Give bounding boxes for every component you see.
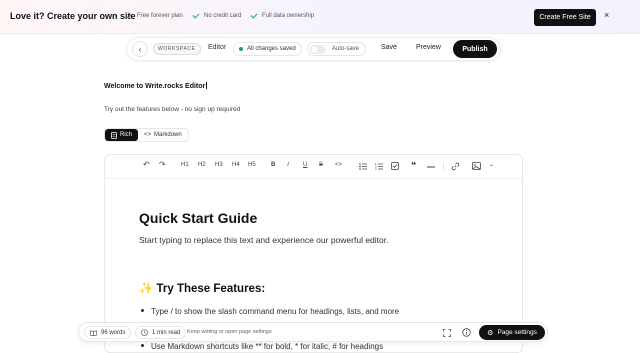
tab-rich[interactable]: Rich <box>105 129 139 141</box>
bullet-icon <box>141 309 144 312</box>
horizontal-rule-icon[interactable] <box>427 166 435 168</box>
code-icon: <> <box>144 132 152 138</box>
heading-5-button[interactable]: H5 <box>248 162 256 168</box>
perk-free-plan: Free forever plan <box>125 11 183 19</box>
fullscreen-icon[interactable] <box>443 329 451 337</box>
document-intro[interactable]: Start typing to replace this text and ex… <box>139 235 388 245</box>
close-icon[interactable]: × <box>604 10 609 20</box>
heading-2-button[interactable]: H2 <box>198 162 206 168</box>
clock-icon <box>141 329 148 336</box>
heading-4-button[interactable]: H4 <box>232 162 240 168</box>
create-free-site-button[interactable]: Create Free Site <box>534 9 596 26</box>
save-status-badge: All changes saved <box>233 42 302 56</box>
heading-1-button[interactable]: H1 <box>181 162 189 168</box>
workspace-badge[interactable]: WORKSPACE <box>153 43 201 55</box>
word-count-badge: 96 words <box>84 326 132 339</box>
heading-3-button[interactable]: H3 <box>215 162 223 168</box>
document-heading[interactable]: Quick Start Guide <box>139 210 257 226</box>
tryout-text[interactable]: Try out the features below - no sign up … <box>104 106 240 113</box>
page-settings-button[interactable]: ⚙ Page settings <box>479 325 545 340</box>
strikethrough-button[interactable]: S <box>319 162 323 168</box>
ordered-list-icon[interactable] <box>375 163 383 170</box>
read-time-badge: 1 min read <box>135 326 187 339</box>
italic-button[interactable]: I <box>287 162 289 168</box>
list-item[interactable]: Type / to show the slash command menu fo… <box>141 307 399 316</box>
promo-banner: Love it? Create your own site Free forev… <box>0 0 640 34</box>
redo-icon[interactable]: ↷ <box>159 160 166 169</box>
publish-button[interactable]: Publish <box>453 40 497 58</box>
perk-no-credit-card: No credit card <box>192 11 241 19</box>
autosave-toggle[interactable]: Auto-save <box>307 42 367 56</box>
banner-title: Love it? Create your own site <box>10 11 136 21</box>
toggle-switch-icon[interactable] <box>310 44 326 54</box>
task-list-icon[interactable] <box>391 162 399 170</box>
info-icon[interactable] <box>462 328 471 337</box>
status-bar: 96 words 1 min read Keep writing or open… <box>78 322 548 342</box>
back-button[interactable]: ‹ <box>132 41 148 57</box>
editor-label: Editor <box>208 44 227 51</box>
preview-button[interactable]: Preview <box>416 44 441 51</box>
chevron-down-icon[interactable]: ⌄ <box>489 161 494 168</box>
toolbar-divider <box>443 162 444 171</box>
bold-button[interactable]: B <box>271 162 275 168</box>
tab-markdown[interactable]: <> Markdown <box>138 129 188 141</box>
image-icon[interactable] <box>472 162 481 170</box>
status-hint: Keep writing or open page settings <box>187 329 272 335</box>
format-toolbar: ↶ ↷ H1 H2 H3 H4 H5 B I U S <> ❝ ⌄ <box>105 155 522 179</box>
save-button[interactable]: Save <box>381 44 397 51</box>
editor-topbar: ‹ WORKSPACE Editor All changes saved Aut… <box>126 37 501 61</box>
link-icon[interactable] <box>451 162 460 171</box>
check-icon <box>192 11 200 19</box>
document-icon <box>111 131 117 139</box>
editor-mode-tabs: Rich <> Markdown <box>104 128 189 142</box>
bullet-icon <box>141 344 144 347</box>
list-item[interactable]: Use Markdown shortcuts like ** for bold,… <box>141 342 383 351</box>
quote-icon[interactable]: ❝ <box>411 160 416 171</box>
code-button[interactable]: <> <box>335 162 342 168</box>
status-dot-icon <box>239 47 243 51</box>
bullet-list-icon[interactable] <box>359 163 367 170</box>
document-section-heading[interactable]: ✨ Try These Features: <box>139 281 265 295</box>
text-caret <box>206 82 208 89</box>
check-icon <box>250 11 258 19</box>
welcome-title[interactable]: Welcome to Write.rocks Editor <box>104 82 208 90</box>
book-icon <box>90 329 97 336</box>
underline-button[interactable]: U <box>303 162 307 168</box>
check-icon <box>125 11 133 19</box>
undo-icon[interactable]: ↶ <box>143 160 150 169</box>
gear-icon: ⚙ <box>487 329 494 337</box>
perk-data-ownership: Full data ownership <box>250 11 314 19</box>
